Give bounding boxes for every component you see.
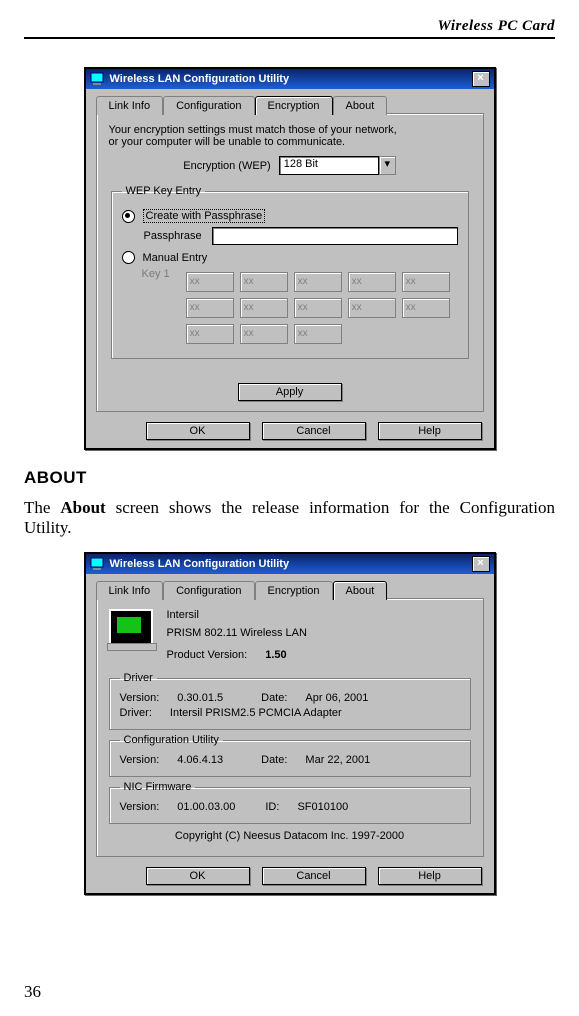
key-cell[interactable]: xx [402, 272, 450, 292]
config-utility-group: Configuration Utility Version: 4.06.4.13… [109, 734, 471, 777]
driver-date-value: Apr 06, 2001 [305, 692, 368, 704]
product-icon [109, 609, 153, 647]
tab-link-info[interactable]: Link Info [96, 581, 164, 600]
help-button[interactable]: Help [378, 867, 482, 885]
driver-name-value: Intersil PRISM2.5 PCMCIA Adapter [170, 707, 342, 719]
key-cell[interactable]: xx [240, 324, 288, 344]
key1-label: Key 1 [142, 268, 170, 280]
tab-encryption[interactable]: Encryption [255, 581, 333, 600]
app-icon [90, 557, 104, 571]
tab-about[interactable]: About [333, 96, 388, 115]
tab-encryption[interactable]: Encryption [255, 96, 333, 115]
note-line-1: Your encryption settings must match thos… [109, 124, 471, 136]
passphrase-input[interactable] [212, 227, 458, 245]
about-text-bold: About [60, 498, 105, 517]
ok-button[interactable]: OK [146, 422, 250, 440]
cancel-button[interactable]: Cancel [262, 867, 366, 885]
driver-version-value: 0.30.01.5 [177, 692, 223, 704]
nic-firmware-legend: NIC Firmware [120, 781, 196, 793]
window-title: Wireless LAN Configuration Utility [110, 73, 290, 85]
titlebar: Wireless LAN Configuration Utility × [86, 69, 494, 89]
key-hex-grid: xx xx xx xx xx xx xx xx xx xx xx xx [186, 272, 450, 344]
cfgutil-date-value: Mar 22, 2001 [305, 754, 370, 766]
page-number: 36 [24, 982, 41, 1002]
header-rule [24, 37, 555, 39]
tab-link-info[interactable]: Link Info [96, 96, 164, 115]
about-heading: ABOUT [24, 468, 555, 488]
help-button[interactable]: Help [378, 422, 482, 440]
product-name: PRISM 802.11 Wireless LAN [167, 627, 307, 639]
tab-configuration[interactable]: Configuration [163, 581, 254, 600]
product-version-label: Product Version: [167, 649, 248, 661]
key-cell[interactable]: xx [294, 298, 342, 318]
passphrase-label: Passphrase [144, 230, 202, 242]
tab-configuration[interactable]: Configuration [163, 96, 254, 115]
encryption-dialog: Wireless LAN Configuration Utility × Lin… [84, 67, 496, 450]
cfgutil-version-label: Version: [120, 754, 160, 766]
key-cell[interactable]: xx [294, 324, 342, 344]
about-dialog: Wireless LAN Configuration Utility × Lin… [84, 552, 496, 895]
nic-id-label: ID: [265, 801, 279, 813]
key-cell[interactable]: xx [240, 272, 288, 292]
about-paragraph: The About screen shows the release infor… [24, 498, 555, 538]
key-cell[interactable]: xx [348, 272, 396, 292]
key-cell[interactable]: xx [186, 272, 234, 292]
nic-firmware-group: NIC Firmware Version: 01.00.03.00 ID: SF… [109, 781, 471, 824]
cfgutil-date-label: Date: [261, 754, 287, 766]
config-utility-legend: Configuration Utility [120, 734, 223, 746]
wep-key-entry-group: WEP Key Entry Create with Passphrase Pas… [111, 185, 469, 359]
nic-id-value: SF010100 [297, 801, 348, 813]
key-cell[interactable]: xx [186, 324, 234, 344]
titlebar: Wireless LAN Configuration Utility × [86, 554, 494, 574]
running-header: Wireless PC Card [24, 18, 555, 35]
key-cell[interactable]: xx [186, 298, 234, 318]
encryption-label: Encryption (WEP) [183, 160, 270, 172]
encryption-combo[interactable]: 128 Bit ▾ [279, 156, 396, 175]
driver-version-label: Version: [120, 692, 160, 704]
key-cell[interactable]: xx [402, 298, 450, 318]
radio-create-passphrase[interactable] [122, 210, 135, 223]
radio-manual-entry-label: Manual Entry [143, 252, 208, 264]
tab-strip: Link Info Configuration Encryption About [96, 580, 484, 599]
app-icon [90, 72, 104, 86]
key-cell[interactable]: xx [348, 298, 396, 318]
nic-version-label: Version: [120, 801, 160, 813]
tab-about[interactable]: About [333, 581, 388, 600]
driver-legend: Driver [120, 672, 157, 684]
product-version-value: 1.50 [265, 649, 286, 661]
cancel-button[interactable]: Cancel [262, 422, 366, 440]
key-cell[interactable]: xx [240, 298, 288, 318]
wep-group-legend: WEP Key Entry [122, 185, 206, 197]
chevron-down-icon[interactable]: ▾ [379, 156, 396, 175]
radio-create-passphrase-label: Create with Passphrase [143, 209, 266, 223]
nic-version-value: 01.00.03.00 [177, 801, 235, 813]
key-cell[interactable]: xx [294, 272, 342, 292]
close-icon[interactable]: × [472, 71, 490, 87]
driver-date-label: Date: [261, 692, 287, 704]
tab-panel: Your encryption settings must match thos… [96, 113, 484, 412]
driver-group: Driver Version: 0.30.01.5 Date: Apr 06, … [109, 672, 471, 730]
ok-button[interactable]: OK [146, 867, 250, 885]
encryption-value: 128 Bit [279, 156, 379, 175]
radio-manual-entry[interactable] [122, 251, 135, 264]
vendor-name: Intersil [167, 609, 307, 621]
about-text-prefix: The [24, 498, 60, 517]
close-icon[interactable]: × [472, 556, 490, 572]
cfgutil-version-value: 4.06.4.13 [177, 754, 223, 766]
tab-panel: Intersil PRISM 802.11 Wireless LAN Produ… [96, 598, 484, 857]
monitor-icon [109, 609, 153, 647]
tab-strip: Link Info Configuration Encryption About [96, 95, 484, 114]
note-line-2: or your computer will be unable to commu… [109, 136, 471, 148]
driver-name-label: Driver: [120, 707, 152, 719]
apply-button[interactable]: Apply [238, 383, 342, 401]
copyright-text: Copyright (C) Neesus Datacom Inc. 1997-2… [109, 830, 471, 842]
window-title: Wireless LAN Configuration Utility [110, 558, 290, 570]
